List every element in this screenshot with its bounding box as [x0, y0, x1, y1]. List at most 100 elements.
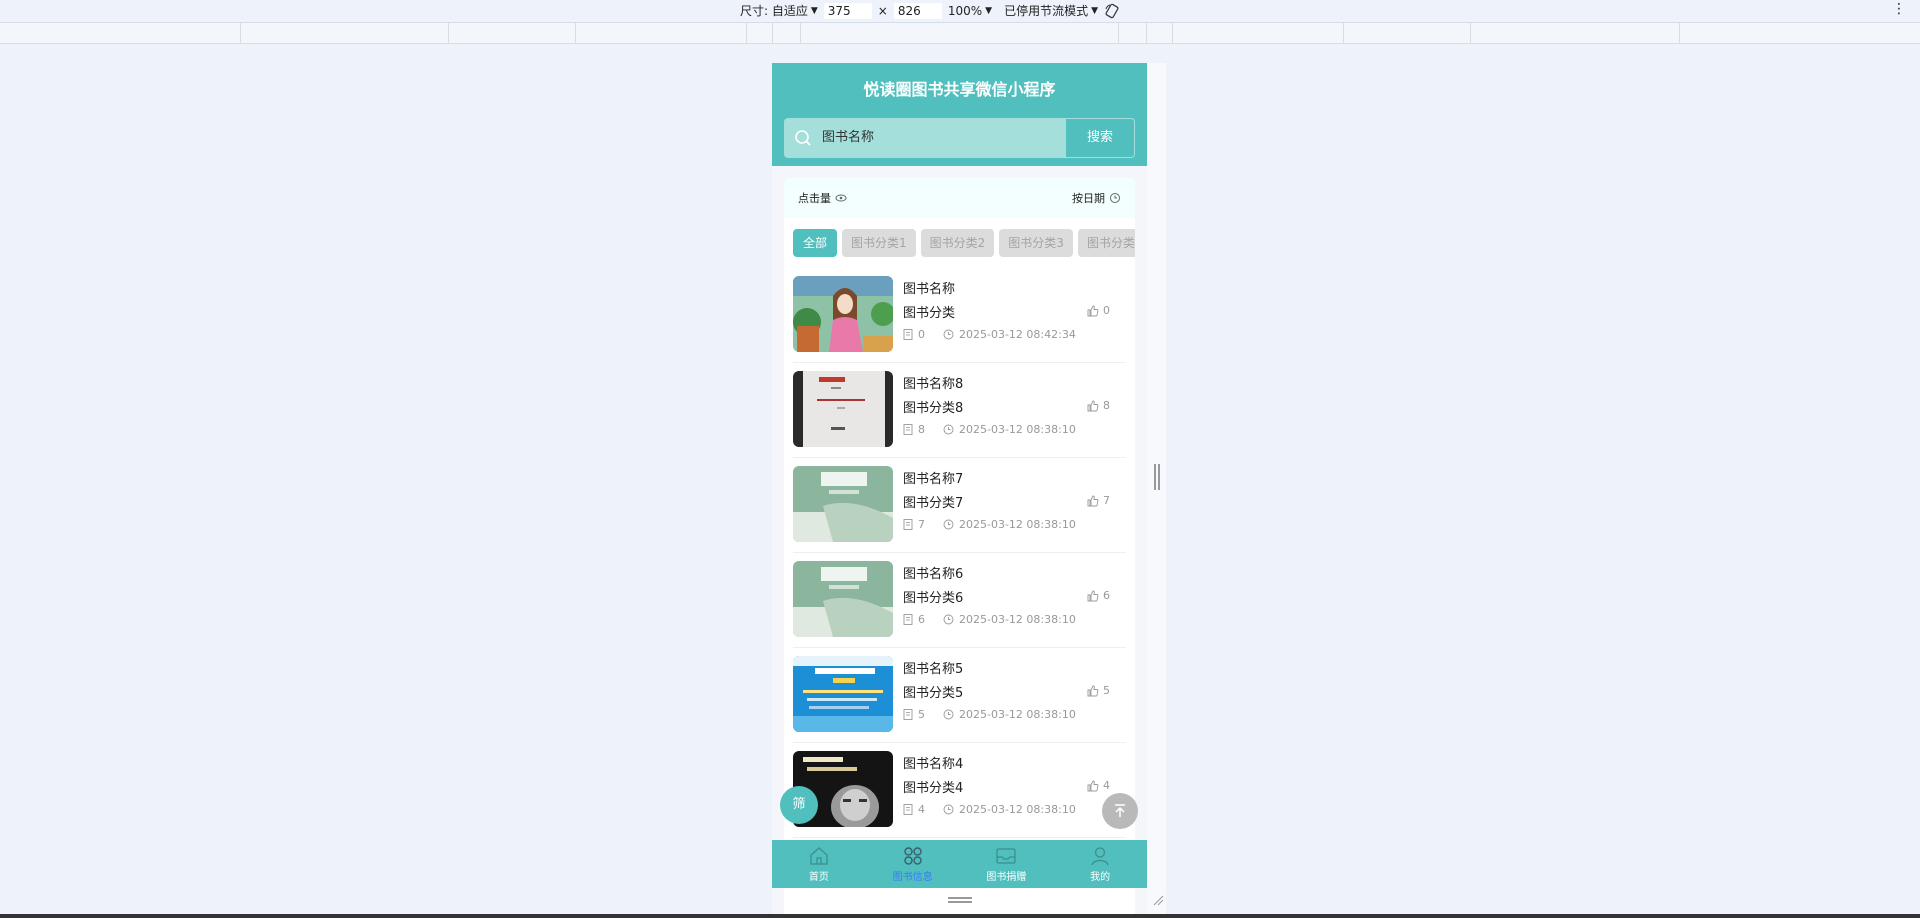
book-category: 图书分类8	[903, 401, 964, 416]
category-tab[interactable]: 图书分类2	[920, 229, 995, 257]
width-input[interactable]: 375	[823, 2, 872, 19]
book-meta: 8 2025-03-12 08:38:10	[903, 423, 1076, 436]
comment-count: 6	[918, 613, 925, 626]
arrow-up-icon	[1115, 804, 1125, 817]
document-icon	[903, 804, 913, 815]
more-options-icon[interactable]: ⋮	[1892, 1, 1906, 17]
thumbs-up-icon	[1087, 590, 1099, 601]
publish-time: 2025-03-12 08:42:34	[959, 328, 1076, 341]
clock-icon	[943, 424, 954, 435]
zoom-dropdown[interactable]: 100% ▼	[948, 4, 992, 18]
viewport-resize-handle-bottom[interactable]	[948, 897, 972, 903]
document-icon	[903, 519, 913, 530]
comment-count: 8	[918, 423, 925, 436]
comment-count: 5	[918, 708, 925, 721]
search-button[interactable]: 搜索	[1066, 119, 1134, 157]
sort-by-clicks[interactable]: 点击量	[798, 190, 847, 206]
book-cover-image	[793, 276, 893, 352]
category-tab[interactable]: 全部	[793, 229, 838, 257]
like-count[interactable]: 5	[1087, 684, 1110, 697]
sort-clicks-label: 点击量	[798, 192, 831, 205]
viewport-resize-handle-right[interactable]	[1154, 464, 1160, 490]
zoom-label: 100%	[947, 3, 983, 18]
filter-button[interactable]: 筛	[780, 786, 818, 824]
home-icon	[810, 847, 828, 865]
book-meta: 5 2025-03-12 08:38:10	[903, 708, 1076, 721]
search-bar: 图书名称 搜索	[784, 118, 1135, 158]
size-label: 尺寸: 自适应	[740, 4, 808, 18]
book-info: 图书名称8 图书分类8 8 8 2025-03-12 08:38:10	[893, 363, 1126, 457]
book-name: 图书名称5	[903, 662, 964, 677]
rotate-icon[interactable]	[1104, 3, 1120, 19]
category-tab[interactable]: 图书分类1	[842, 229, 916, 257]
throttle-label: 已停用节流模式	[1004, 4, 1089, 18]
back-to-top-button[interactable]	[1102, 793, 1138, 829]
caret-down-icon: ▼	[1091, 5, 1099, 16]
apps-icon	[903, 847, 922, 865]
book-name: 图书名称6	[903, 567, 964, 582]
book-category: 图书分类	[903, 306, 956, 321]
book-meta: 7 2025-03-12 08:38:10	[903, 518, 1076, 531]
book-item[interactable]: 图书名称6 图书分类6 6 6 2025-03-12 08:38:10	[793, 553, 1126, 648]
publish-time: 2025-03-12 08:38:10	[959, 613, 1076, 626]
sort-date-label: 按日期	[1072, 192, 1105, 205]
thumbs-up-icon	[1087, 400, 1099, 411]
tab-home[interactable]: 首页	[772, 840, 866, 888]
clock-icon	[943, 329, 954, 340]
throttle-dropdown[interactable]: 已停用节流模式 ▼	[1004, 2, 1098, 19]
book-item[interactable]: 图书名称 图书分类 0 0 2025-03-12 08:42:34	[793, 268, 1126, 363]
viewport-resize-corner-icon[interactable]	[1152, 894, 1164, 906]
thumbs-up-icon	[1087, 685, 1099, 696]
document-icon	[903, 424, 913, 435]
like-count[interactable]: 7	[1087, 494, 1110, 507]
phone-viewport: 悦读圈图书共享微信小程序 图书名称 搜索 点击量 按日期 全部 图书分类1 图书分类…	[772, 63, 1147, 918]
book-info: 图书名称7 图书分类7 7 7 2025-03-12 08:38:10	[893, 458, 1126, 552]
like-count[interactable]: 0	[1087, 304, 1110, 317]
inbox-icon	[996, 848, 1017, 864]
category-tab[interactable]: 图书分类3	[999, 229, 1073, 257]
book-item[interactable]: 图书名称5 图书分类5 5 5 2025-03-12 08:38:10	[793, 648, 1126, 743]
book-info: 图书名称5 图书分类5 5 5 2025-03-12 08:38:10	[893, 648, 1126, 742]
thumbs-up-icon	[1087, 305, 1099, 316]
book-category: 图书分类4	[903, 781, 964, 796]
category-tabs: 全部图书分类1图书分类2图书分类3图书分类4	[784, 218, 1135, 268]
category-tab[interactable]: 图书分类4	[1077, 229, 1135, 257]
book-meta: 0 2025-03-12 08:42:34	[903, 328, 1076, 341]
like-count[interactable]: 8	[1087, 399, 1110, 412]
search-input[interactable]: 图书名称	[822, 118, 1065, 158]
book-item[interactable]: 图书名称7 图书分类7 7 7 2025-03-12 08:38:10	[793, 458, 1126, 553]
height-input[interactable]: 826	[893, 2, 942, 19]
devtools-toolbar: 尺寸: 自适应 ▼ 375 × 826 100% ▼ 已停用节流模式 ▼ ⋮	[0, 0, 1920, 22]
book-category: 图书分类6	[903, 591, 964, 606]
book-cover-image	[793, 561, 893, 637]
media-query-ruler	[0, 22, 1920, 44]
clock-icon	[943, 519, 954, 530]
document-icon	[903, 709, 913, 720]
publish-time: 2025-03-12 08:38:10	[959, 803, 1076, 816]
app-title: 悦读圈图书共享微信小程序	[863, 80, 1056, 99]
thumbs-up-icon	[1087, 780, 1099, 791]
book-item[interactable]: 图书名称4 图书分类4 4 4 2025-03-12 08:38:10	[793, 743, 1126, 838]
comment-count: 0	[918, 328, 925, 341]
book-info: 图书名称6 图书分类6 6 6 2025-03-12 08:38:10	[893, 553, 1126, 647]
search-icon	[784, 118, 822, 158]
tab-book-donate[interactable]: 图书捐赠	[960, 840, 1054, 888]
book-category: 图书分类5	[903, 686, 964, 701]
clock-icon	[1110, 193, 1120, 203]
publish-time: 2025-03-12 08:38:10	[959, 708, 1076, 721]
book-item[interactable]: 图书名称8 图书分类8 8 8 2025-03-12 08:38:10	[793, 363, 1126, 458]
tab-mine[interactable]: 我的	[1053, 840, 1147, 888]
comment-count: 4	[918, 803, 925, 816]
book-list: 图书名称 图书分类 0 0 2025-03-12 08:42:34 图书名称8 …	[784, 268, 1135, 838]
book-cover-image	[793, 656, 893, 732]
size-dropdown[interactable]: 尺寸: 自适应 ▼	[740, 2, 818, 19]
tab-book-info[interactable]: 图书信息	[866, 840, 960, 888]
book-meta: 6 2025-03-12 08:38:10	[903, 613, 1076, 626]
sort-by-date[interactable]: 按日期	[1072, 190, 1121, 206]
book-info: 图书名称 图书分类 0 0 2025-03-12 08:42:34	[893, 268, 1126, 362]
clock-icon	[943, 804, 954, 815]
like-count[interactable]: 6	[1087, 589, 1110, 602]
caret-down-icon: ▼	[985, 5, 993, 16]
publish-time: 2025-03-12 08:38:10	[959, 423, 1076, 436]
like-count[interactable]: 4	[1087, 779, 1110, 792]
